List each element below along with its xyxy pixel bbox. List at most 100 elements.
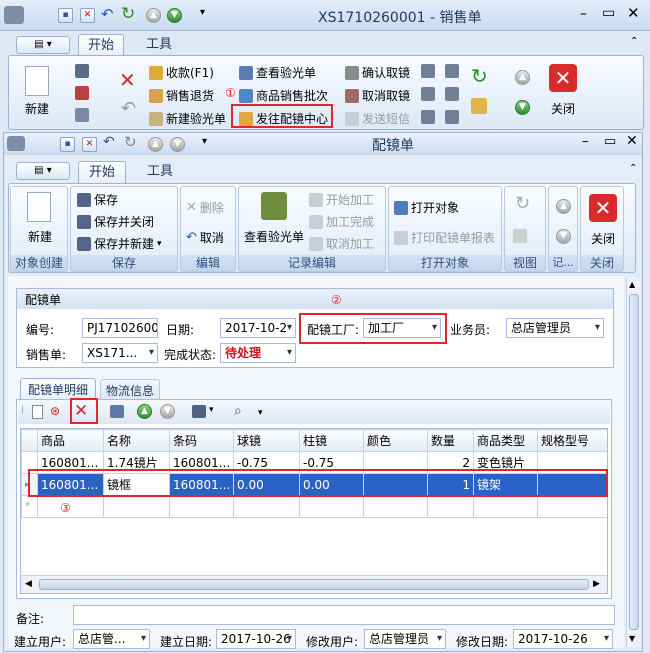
print-icon-5[interactable] bbox=[421, 110, 435, 124]
new-cell[interactable] bbox=[427, 495, 474, 518]
creator-field[interactable]: 总店管... bbox=[73, 629, 150, 649]
col-header[interactable]: 条码 bbox=[169, 429, 234, 452]
new-cell[interactable] bbox=[299, 495, 364, 518]
save-new-item[interactable]: 保存并新建 ▾ bbox=[77, 235, 162, 252]
delete-small-icon[interactable] bbox=[75, 86, 89, 100]
save-icon[interactable]: ▪ bbox=[58, 8, 73, 23]
no-field[interactable]: PJ17102600 bbox=[82, 318, 158, 338]
outer-tab-tools[interactable]: 工具 bbox=[136, 34, 182, 56]
view-export-icon[interactable] bbox=[513, 229, 527, 243]
col-header[interactable]: 球镜 bbox=[233, 429, 300, 452]
cancel-processing-item[interactable]: 取消加工 bbox=[309, 235, 374, 252]
refresh-big-icon[interactable]: ↻ bbox=[471, 64, 488, 88]
receive-payment-item[interactable]: 收款(F1) bbox=[149, 64, 214, 81]
grid-save-icon[interactable] bbox=[192, 405, 206, 418]
undo-icon[interactable]: ↶ bbox=[101, 5, 114, 23]
inner-refresh-icon[interactable]: ↻ bbox=[124, 133, 137, 151]
rec-down-icon[interactable]: ▼ bbox=[556, 229, 571, 244]
vertical-scrollbar[interactable]: ▲ ▼ bbox=[626, 278, 640, 648]
inner-collapse-icon[interactable]: ⌃ bbox=[629, 163, 637, 174]
nav-up-icon[interactable]: ▲ bbox=[515, 70, 530, 85]
inner-close[interactable]: ✕ bbox=[626, 133, 638, 149]
send-sms-item[interactable]: 发送短信 bbox=[345, 110, 410, 127]
hscroll-left-arrow[interactable]: ◀ bbox=[25, 579, 32, 589]
inner-tab-home[interactable]: 开始 bbox=[78, 161, 126, 183]
refresh-icon[interactable]: ↻ bbox=[121, 4, 135, 24]
inner-menu-button[interactable]: ▤ ▾ bbox=[16, 162, 70, 180]
create-date-field[interactable]: 2017-10-26 bbox=[216, 629, 296, 649]
view-optometry-item[interactable]: 查看验光单 bbox=[239, 64, 316, 81]
close-doc-button[interactable]: ✕ 关闭 bbox=[543, 60, 583, 122]
close-window-button[interactable]: ✕ bbox=[627, 4, 640, 22]
save-small-icon[interactable] bbox=[75, 64, 89, 78]
maximize-button[interactable]: ▭ bbox=[602, 5, 615, 21]
print-icon-1[interactable] bbox=[421, 64, 435, 78]
sales-batch-item[interactable]: 商品销售批次 bbox=[239, 87, 328, 104]
col-header[interactable]: 商品类型 bbox=[473, 429, 538, 452]
cancel-x-icon[interactable]: ✕ bbox=[119, 68, 136, 92]
grid-up-icon[interactable]: ▲ bbox=[137, 404, 152, 419]
detail-tab-lines[interactable]: 配镜单明细 bbox=[20, 378, 96, 400]
new-cell[interactable] bbox=[233, 495, 300, 518]
new-cell[interactable] bbox=[473, 495, 538, 518]
inner-tab-tools[interactable]: 工具 bbox=[137, 161, 183, 183]
open-object-item[interactable]: 打开对象 bbox=[394, 199, 459, 216]
grid-hscrollbar[interactable]: ◀ ▶ bbox=[21, 575, 607, 593]
export-grid-icon[interactable] bbox=[110, 405, 124, 418]
clerk-field[interactable]: 总店管理员 bbox=[506, 318, 604, 338]
export-icon[interactable] bbox=[471, 98, 487, 114]
inner-up-icon[interactable]: ▲ bbox=[148, 137, 163, 152]
print-icon-4[interactable] bbox=[445, 87, 459, 101]
col-header[interactable]: 颜色 bbox=[363, 429, 428, 452]
new-cell[interactable] bbox=[169, 495, 234, 518]
inner-close-button[interactable]: ✕ 关闭 bbox=[585, 190, 621, 250]
outer-menu-button[interactable]: ▤ ▾ bbox=[16, 36, 70, 54]
processing-done-item[interactable]: 加工完成 bbox=[309, 213, 374, 230]
grid-save-dropdown[interactable]: ▾ bbox=[209, 405, 214, 415]
new-row[interactable]: * bbox=[21, 495, 607, 518]
collapse-ribbon-icon[interactable]: ⌃ bbox=[630, 36, 638, 47]
col-header[interactable]: 商品 bbox=[37, 429, 104, 452]
copy-small-icon[interactable] bbox=[75, 108, 89, 122]
save-close-item[interactable]: 保存并关闭 bbox=[77, 213, 154, 230]
start-processing-item[interactable]: 开始加工 bbox=[309, 191, 374, 208]
delete-item[interactable]: ✕ 删除 bbox=[186, 199, 224, 216]
col-header[interactable]: 规格型号 bbox=[537, 429, 607, 452]
inner-maximize[interactable]: ▭ bbox=[604, 134, 616, 149]
col-header[interactable]: 数量 bbox=[427, 429, 474, 452]
date-field[interactable]: 2017-10-2 bbox=[220, 318, 296, 338]
grid-search-icon[interactable]: ⌕ bbox=[234, 403, 242, 419]
cancel-pickup-item[interactable]: 取消取镜 bbox=[345, 87, 410, 104]
view-optometry-big-button[interactable]: 查看验光单 bbox=[243, 190, 305, 250]
col-header[interactable]: 柱镜 bbox=[299, 429, 364, 452]
record-icon[interactable]: ⊛ bbox=[50, 404, 60, 418]
new-row-icon[interactable] bbox=[32, 405, 43, 419]
new-button[interactable]: 新建 bbox=[19, 62, 55, 122]
new-cell[interactable] bbox=[363, 495, 428, 518]
print-icon-3[interactable] bbox=[421, 87, 435, 101]
nav-down-icon[interactable]: ▼ bbox=[515, 100, 530, 115]
down-icon[interactable]: ▼ bbox=[167, 8, 182, 23]
inner-down-icon[interactable]: ▼ bbox=[170, 137, 185, 152]
inner-minimize[interactable]: – bbox=[582, 134, 589, 149]
hscroll-thumb[interactable] bbox=[39, 579, 589, 590]
inner-app-icon[interactable] bbox=[7, 136, 25, 151]
confirm-pickup-item[interactable]: 确认取镜 bbox=[345, 64, 410, 81]
inner-new-button[interactable]: 新建 bbox=[19, 190, 61, 250]
new-cell[interactable] bbox=[537, 495, 607, 518]
detail-tab-logistics[interactable]: 物流信息 bbox=[100, 379, 160, 401]
sales-return-item[interactable]: 销售退货 bbox=[149, 87, 214, 104]
print-icon-6[interactable] bbox=[445, 110, 459, 124]
delete-doc-icon[interactable]: ✕ bbox=[80, 8, 95, 23]
save-new-dropdown[interactable]: ▾ bbox=[157, 239, 162, 249]
minimize-button[interactable]: – bbox=[580, 6, 587, 22]
sale-field[interactable]: XS171... bbox=[82, 343, 158, 363]
inner-save-icon[interactable]: ▪ bbox=[60, 137, 75, 152]
inner-delete-icon[interactable]: ✕ bbox=[82, 137, 97, 152]
print-icon-2[interactable] bbox=[445, 64, 459, 78]
view-refresh-icon[interactable]: ↻ bbox=[515, 193, 530, 214]
quick-access-dropdown[interactable]: ▾ bbox=[200, 7, 205, 18]
print-report-item[interactable]: 打印配镜单报表 bbox=[394, 229, 495, 246]
undo-big-icon[interactable]: ↶ bbox=[121, 98, 136, 119]
up-icon[interactable]: ▲ bbox=[146, 8, 161, 23]
